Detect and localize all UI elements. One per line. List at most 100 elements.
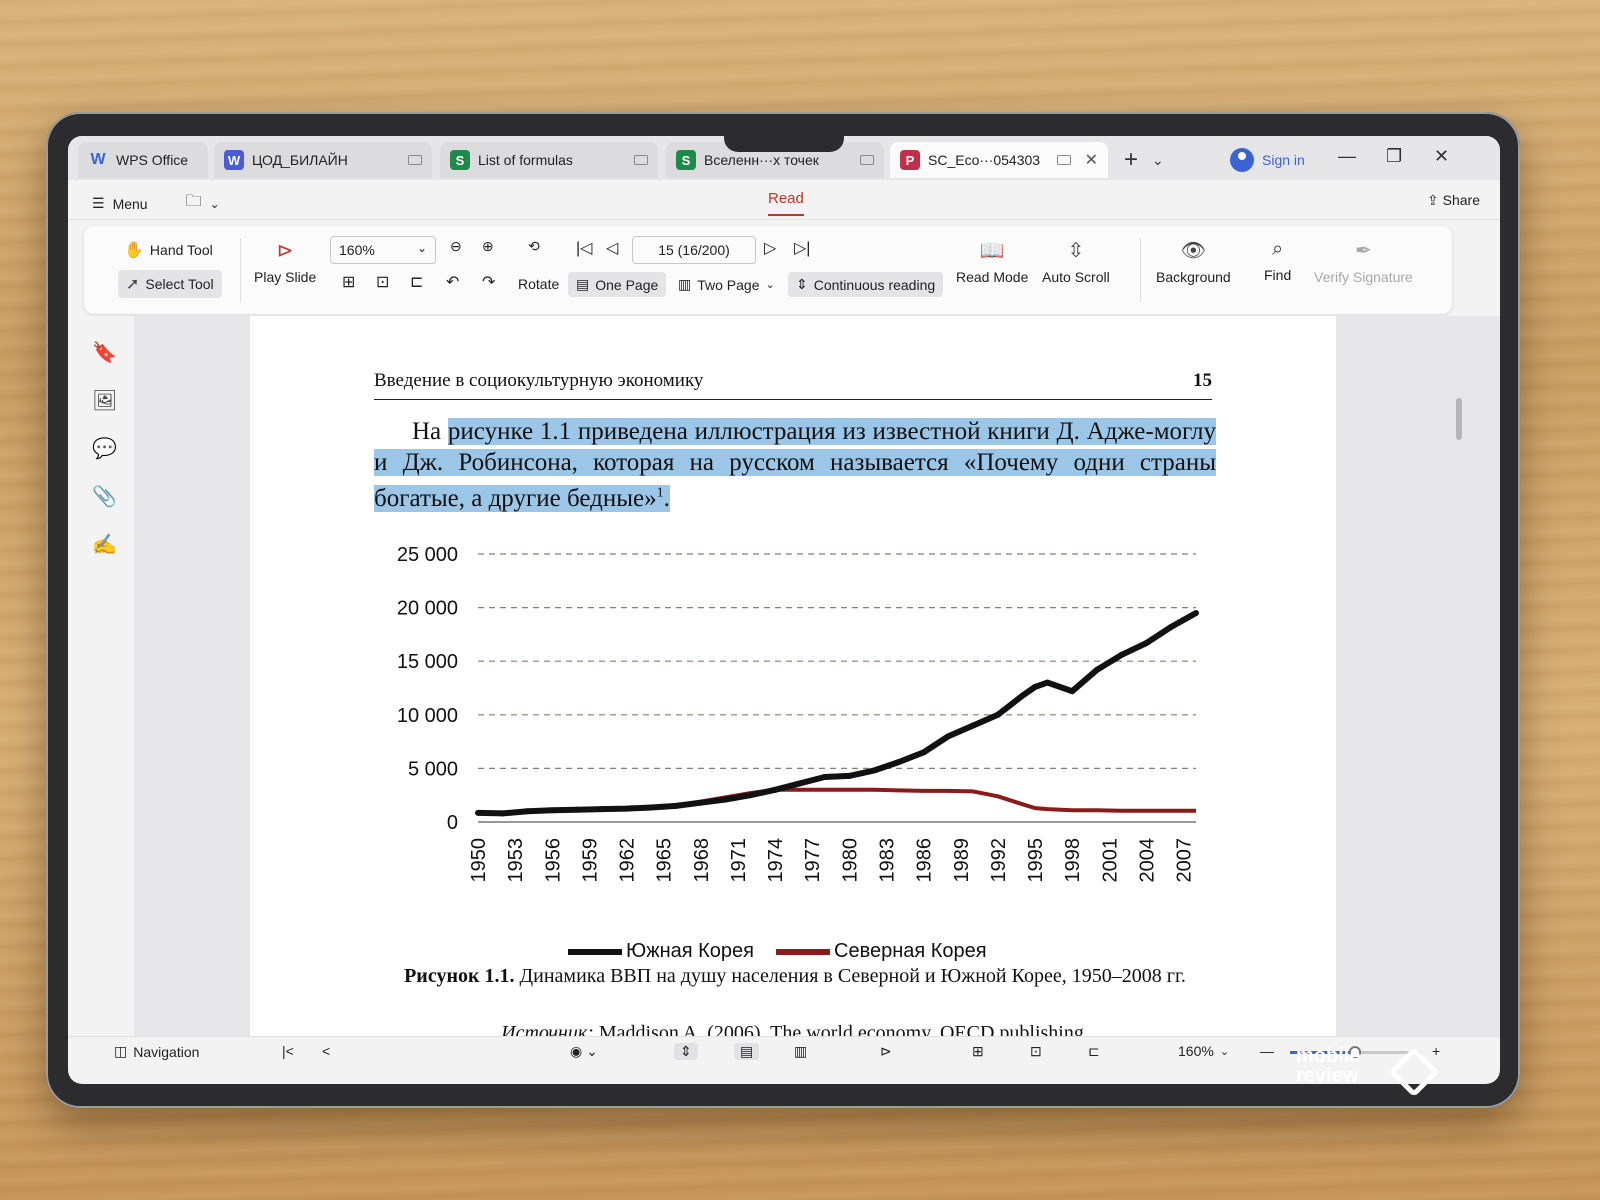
eye-mode-icon[interactable]: ◉ ⌄ bbox=[570, 1043, 598, 1060]
restore-icon[interactable]: ❐ bbox=[1386, 146, 1402, 167]
data-point-south-korea bbox=[598, 806, 605, 813]
x-tick-label: 1986 bbox=[914, 838, 936, 883]
book-icon: 📖 bbox=[979, 240, 1005, 262]
play-slide-icon[interactable]: ⊳ bbox=[880, 1043, 892, 1060]
close-window-icon[interactable]: ✕ bbox=[1434, 146, 1449, 167]
first-page-icon[interactable]: |< bbox=[282, 1043, 294, 1059]
folder-icon[interactable]: 🗀 bbox=[186, 190, 202, 217]
two-page-label: Two Page bbox=[697, 276, 760, 293]
find-label: Find bbox=[1264, 267, 1292, 283]
play-icon: ⊳ bbox=[276, 240, 294, 262]
spreadsheet-icon: S bbox=[676, 150, 696, 170]
main-menu-button[interactable]: ☰ Menu 🗀 ⌄ bbox=[92, 190, 220, 217]
x-tick-label: 1989 bbox=[951, 838, 973, 883]
read-mode-button[interactable]: 📖 Read Mode bbox=[956, 238, 1028, 285]
next-page-icon[interactable]: ▷ bbox=[764, 238, 776, 258]
data-point-south-korea bbox=[945, 733, 952, 740]
auto-scroll-button[interactable]: ⇳ Auto Scroll bbox=[1042, 238, 1110, 285]
auto-scroll-label: Auto Scroll bbox=[1042, 269, 1110, 285]
navigation-button[interactable]: ◫ Navigation bbox=[114, 1043, 199, 1060]
data-point-south-korea bbox=[623, 805, 630, 812]
attachment-icon[interactable]: 📎 bbox=[92, 484, 117, 509]
x-tick-label: 1965 bbox=[654, 838, 676, 883]
continuous-reading-button[interactable]: ⇕ Continuous reading bbox=[788, 272, 944, 297]
page-number-input[interactable]: 15 (16/200) bbox=[632, 236, 756, 264]
data-point-south-korea bbox=[524, 808, 531, 815]
previous-page-icon[interactable]: < bbox=[322, 1043, 330, 1059]
body-paragraph[interactable]: На рисунке 1.1 приведена иллюстрация из … bbox=[374, 416, 1216, 514]
pdf-icon: P bbox=[900, 150, 920, 170]
last-page-icon[interactable]: ▷| bbox=[794, 238, 810, 258]
selected-text-content: рисунке 1.1 приведена иллюстрация из изв… bbox=[374, 418, 1216, 513]
tab-document-2[interactable]: S List of formulas bbox=[440, 142, 658, 178]
zoom-out-icon[interactable]: — bbox=[1260, 1043, 1274, 1059]
first-page-icon[interactable]: |◁ bbox=[576, 238, 592, 258]
hand-tool-button[interactable]: ✋ Hand Tool bbox=[124, 240, 213, 260]
x-tick-label: 2004 bbox=[1136, 838, 1158, 883]
rotate-page-icon[interactable]: ⟲ bbox=[528, 238, 540, 255]
legend-label: Северная Корея bbox=[834, 940, 987, 962]
fit-width-icon[interactable]: ⊞ bbox=[342, 272, 355, 292]
auto-scroll-icon: ⇳ bbox=[1067, 240, 1085, 262]
legend-item-north-korea: Северная Корея bbox=[776, 940, 987, 963]
menu-label: Menu bbox=[112, 195, 148, 212]
fit-width-icon[interactable]: ⊞ bbox=[972, 1043, 984, 1060]
tab-read[interactable]: Read bbox=[768, 190, 804, 216]
navigation-label: Navigation bbox=[133, 1043, 200, 1060]
fit-page-icon[interactable]: ⊡ bbox=[376, 272, 389, 292]
selected-text[interactable]: рисунке 1.1 приведена иллюстрация из изв… bbox=[374, 418, 1216, 513]
play-slide-button[interactable]: ⊳ Play Slide bbox=[254, 238, 316, 285]
close-tab-icon[interactable]: ✕ bbox=[1085, 150, 1098, 170]
signature-icon[interactable]: ✍ bbox=[92, 532, 117, 557]
series-line-south-korea bbox=[477, 610, 1198, 817]
tab-document-active[interactable]: P SC_Eco···054303 ✕ bbox=[890, 142, 1108, 178]
x-tick-label: 1971 bbox=[728, 838, 750, 883]
rotate-right-icon[interactable]: ↷ bbox=[482, 272, 495, 292]
minimize-icon[interactable]: — bbox=[1338, 146, 1356, 167]
background-button[interactable]: 👁 Background bbox=[1156, 238, 1231, 285]
data-point-south-korea bbox=[722, 796, 729, 803]
chevron-down-icon[interactable]: ⌄ bbox=[1152, 152, 1164, 169]
two-page-button[interactable]: ▥ Two Page ⌄ bbox=[678, 276, 775, 293]
bookmark-icon[interactable]: 🔖 bbox=[92, 340, 117, 365]
data-point-south-korea bbox=[1069, 688, 1076, 695]
previous-page-icon[interactable]: ◁ bbox=[606, 238, 618, 258]
find-button[interactable]: ⌕ Find bbox=[1264, 238, 1291, 283]
actual-size-icon[interactable]: ⊏ bbox=[1088, 1043, 1100, 1060]
data-point-south-korea bbox=[1093, 666, 1100, 673]
comment-icon[interactable]: 💬 bbox=[92, 436, 117, 461]
data-point-south-korea bbox=[1168, 623, 1175, 630]
continuous-view-icon[interactable]: ⇕ bbox=[674, 1043, 698, 1060]
vertical-scrollbar[interactable] bbox=[1456, 398, 1462, 440]
one-page-button[interactable]: ▤ One Page bbox=[568, 272, 667, 297]
verify-signature-button[interactable]: ✒ Verify Signature bbox=[1314, 238, 1413, 285]
x-tick-label: 1992 bbox=[988, 838, 1010, 883]
paragraph-end: . bbox=[663, 485, 670, 513]
rotate-button[interactable]: Rotate bbox=[518, 276, 559, 292]
eye-icon: 👁 bbox=[1180, 240, 1207, 262]
chevron-down-icon[interactable]: ⌄ bbox=[210, 197, 220, 211]
zoom-in-icon[interactable]: ⊕ bbox=[482, 238, 494, 255]
zoom-select[interactable]: 160% ⌄ bbox=[330, 236, 436, 264]
tab-wps-office[interactable]: W WPS Office bbox=[78, 142, 208, 178]
sign-in-button[interactable]: Sign in bbox=[1230, 148, 1305, 172]
zoom-out-icon[interactable]: ⊖ bbox=[450, 238, 462, 255]
fit-page-icon[interactable]: ⊡ bbox=[1030, 1043, 1042, 1060]
rotate-left-icon[interactable]: ↶ bbox=[446, 272, 459, 292]
y-tick-label: 5 000 bbox=[408, 758, 458, 780]
data-point-south-korea bbox=[1118, 651, 1125, 658]
two-page-view-icon[interactable]: ▥ bbox=[794, 1043, 807, 1060]
data-point-south-korea bbox=[499, 810, 506, 817]
share-icon: ⇪ bbox=[1427, 192, 1439, 208]
thumbnails-icon[interactable]: 🖼 bbox=[92, 388, 117, 413]
actual-size-icon[interactable]: ⊏ bbox=[410, 272, 423, 292]
share-button[interactable]: ⇪ Share bbox=[1427, 192, 1480, 209]
new-tab-icon[interactable]: + bbox=[1124, 146, 1138, 174]
single-page-view-icon[interactable]: ▤ bbox=[734, 1043, 760, 1060]
user-avatar-icon bbox=[1230, 148, 1254, 172]
select-tool-button[interactable]: ➚ Select Tool bbox=[118, 270, 222, 298]
y-tick-label: 10 000 bbox=[397, 705, 458, 727]
tab-document-1[interactable]: W ЦОД_БИЛАЙН bbox=[214, 142, 432, 178]
zoom-level-select[interactable]: 160% ⌄ bbox=[1178, 1043, 1229, 1059]
read-mode-label: Read Mode bbox=[956, 269, 1029, 285]
